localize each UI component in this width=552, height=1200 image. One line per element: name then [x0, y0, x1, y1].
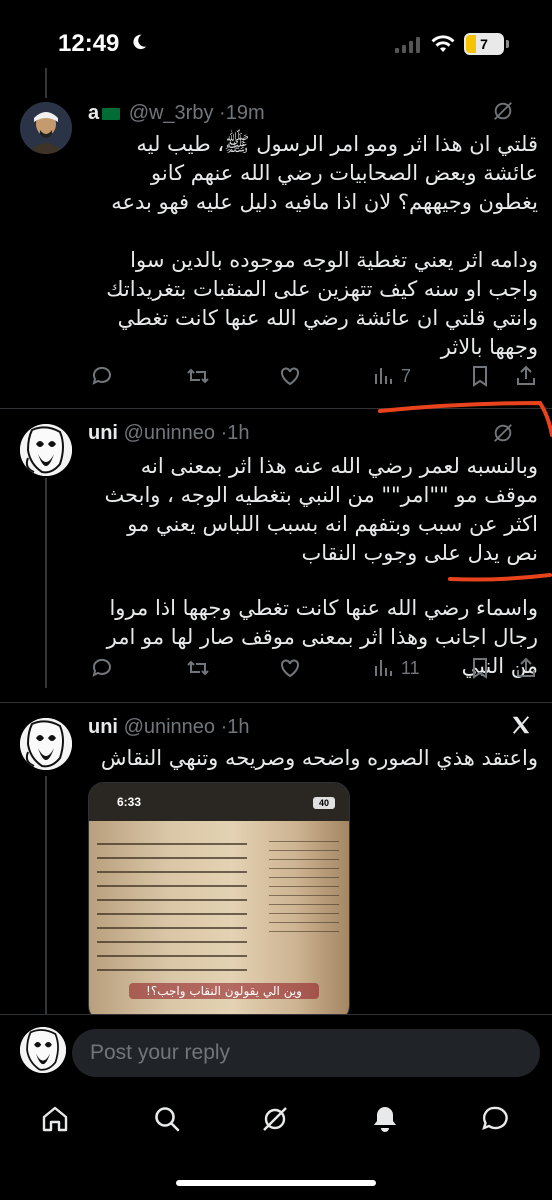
- avatar-image: [20, 102, 72, 154]
- display-name[interactable]: a: [88, 102, 99, 124]
- bookmark-icon[interactable]: [468, 656, 492, 680]
- reply-icon[interactable]: [90, 364, 114, 388]
- moon-icon: [133, 34, 147, 50]
- grok-icon[interactable]: [492, 100, 514, 122]
- attached-image[interactable]: 6:33 40 وين الي يقولون النقاب واجب؟!: [88, 782, 350, 1022]
- status-time: 12:49: [58, 30, 120, 57]
- annotation-underline: [378, 400, 552, 582]
- handle[interactable]: @uninneo: [124, 716, 215, 738]
- media-time: 6:33: [117, 795, 142, 809]
- avatar[interactable]: [20, 102, 72, 154]
- wifi-icon: [431, 35, 455, 52]
- repost-icon[interactable]: [186, 364, 210, 388]
- share-icon[interactable]: [514, 656, 538, 680]
- bookmark-icon[interactable]: [468, 364, 492, 388]
- timestamp[interactable]: 1h: [227, 716, 249, 738]
- x-logo-icon[interactable]: [510, 714, 532, 736]
- views-icon[interactable]: [372, 364, 396, 388]
- battery-tip: [506, 40, 509, 48]
- tweet-text: واعتقد هذي الصوره واضحه وصريحه وتنهي الن…: [100, 746, 538, 770]
- signal-icon: [395, 37, 420, 53]
- thread-line: [45, 776, 47, 1016]
- tweet-actions: 11: [88, 656, 538, 686]
- home-indicator[interactable]: [176, 1180, 376, 1186]
- search-icon[interactable]: [152, 1104, 182, 1134]
- avatar-image: [20, 1027, 66, 1073]
- battery-indicator: 7: [464, 33, 504, 55]
- media-status-bar: 6:33 40: [89, 783, 349, 821]
- views-count: 7: [401, 366, 412, 386]
- thread-line: [45, 68, 47, 98]
- reply-bar: [0, 1014, 552, 1086]
- messages-icon[interactable]: [480, 1104, 510, 1134]
- media-battery: 40: [313, 797, 335, 809]
- avatar[interactable]: [20, 718, 72, 770]
- media-caption: وين الي يقولون النقاب واجب؟!: [129, 983, 319, 999]
- handle[interactable]: @w_3rby: [129, 102, 214, 124]
- battery-percent: 7: [480, 36, 488, 52]
- like-icon[interactable]: [278, 656, 302, 680]
- divider: [0, 702, 552, 703]
- reply-icon[interactable]: [90, 656, 114, 680]
- tweet-actions: 7: [88, 364, 538, 394]
- status-bar: 12:49 7: [0, 0, 552, 88]
- page-text-lines: [97, 831, 247, 1001]
- notifications-icon[interactable]: [370, 1104, 400, 1134]
- share-icon[interactable]: [514, 364, 538, 388]
- tweet-header: uni @uninneo ·1h: [88, 716, 250, 738]
- timestamp[interactable]: 19m: [226, 102, 265, 124]
- grok-icon[interactable]: [260, 1104, 290, 1134]
- tweet-header: a @w_3rby ·19m: [88, 102, 265, 124]
- page-index-lines: [269, 833, 339, 993]
- views-icon[interactable]: [372, 656, 396, 680]
- repost-icon[interactable]: [186, 656, 210, 680]
- home-icon[interactable]: [40, 1104, 70, 1134]
- tweet-text: قلتي ان هذا اثر ومو امر الرسول ﷺ، طيب لي…: [106, 132, 538, 359]
- reply-input[interactable]: [72, 1029, 540, 1077]
- display-name[interactable]: uni: [88, 716, 118, 738]
- avatar-image: [20, 718, 72, 770]
- saudi-flag-icon: [102, 107, 121, 120]
- avatar[interactable]: [20, 1027, 66, 1073]
- like-icon[interactable]: [278, 364, 302, 388]
- views-count: 11: [401, 658, 420, 678]
